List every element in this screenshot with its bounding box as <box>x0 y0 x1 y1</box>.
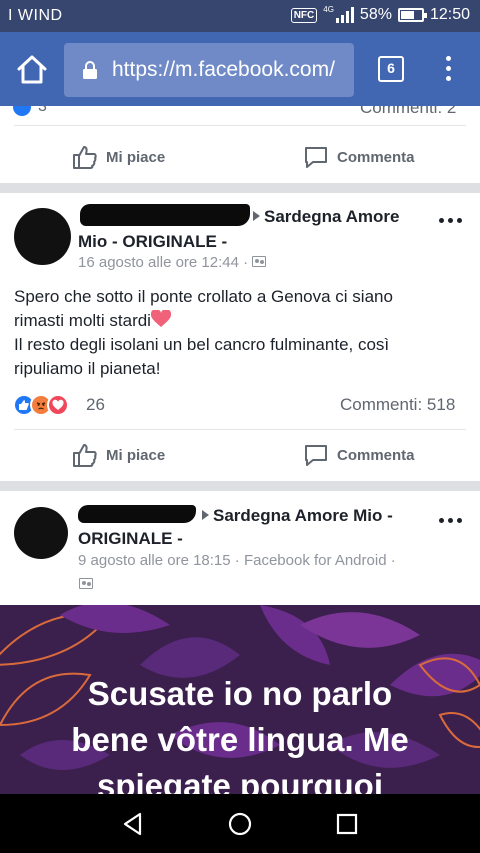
post-divider <box>0 481 480 491</box>
post-divider <box>0 183 480 193</box>
like-label: Mi piace <box>106 446 166 464</box>
clock: 12:50 <box>429 6 470 23</box>
image-caption-line: Scusate io no parlo <box>87 675 393 712</box>
avatar[interactable] <box>14 507 68 559</box>
thumbs-up-icon <box>73 444 97 467</box>
dot <box>439 518 444 523</box>
status-bar: I WIND NFC 4G 58% 12:50 <box>0 0 480 32</box>
home-button[interactable] <box>14 52 50 88</box>
post-image[interactable]: Scusate io no parlo bene vôtre lingua. M… <box>0 605 480 794</box>
comment-label: Commenta <box>337 148 415 166</box>
thumbs-up-icon <box>73 146 97 169</box>
audience-icon <box>252 255 267 267</box>
status-indicators: NFC 4G 58% 12:50 <box>290 5 470 24</box>
dot <box>445 66 451 71</box>
comment-label: Commenta <box>337 446 415 464</box>
back-icon[interactable] <box>120 811 146 837</box>
carrier-name: I WIND <box>8 7 63 24</box>
like-button[interactable]: Mi piace <box>72 442 165 468</box>
group-name-line1[interactable]: Sardegna Amore <box>253 207 399 227</box>
separator <box>14 429 466 430</box>
browser-menu-button[interactable] <box>440 54 456 84</box>
dot <box>457 218 462 223</box>
dot <box>445 56 451 61</box>
dot <box>439 218 444 223</box>
dot <box>448 518 453 523</box>
post-timestamp[interactable]: 9 agosto alle ore 18:15 · Facebook for A… <box>78 552 396 569</box>
battery-icon <box>397 8 427 22</box>
url-text: https://m.facebook.com/ <box>112 58 335 81</box>
post-text-line: rimasti molti stardi <box>14 309 464 333</box>
browser-toolbar: https://m.facebook.com/ 6 <box>0 32 480 106</box>
redacted-name <box>78 505 196 523</box>
network-type: 4G <box>323 5 334 14</box>
post-options-button[interactable] <box>439 518 462 523</box>
comment-button[interactable]: Commenta <box>303 442 415 468</box>
post-text-line: Il resto degli isolani un bel cancro ful… <box>14 335 390 354</box>
comment-button[interactable]: Commenta <box>303 144 415 170</box>
post-timestamp[interactable]: 16 agosto alle ore 12:44 · <box>78 254 267 271</box>
separator <box>14 125 466 126</box>
group-name-line2[interactable]: Mio - ORIGINALE - <box>78 232 227 252</box>
group-name-line1[interactable]: Sardegna Amore Mio - <box>202 506 393 526</box>
recents-icon[interactable] <box>334 811 360 837</box>
arrow-right-icon <box>253 210 260 221</box>
post-text: Spero che sotto il ponte crollato a Geno… <box>14 285 464 381</box>
home-icon <box>17 55 47 84</box>
post-options-button[interactable] <box>439 218 462 223</box>
lock-icon <box>83 61 97 79</box>
heart-emoji-icon <box>150 310 171 327</box>
image-caption-line: spiegate pourquoi <box>96 767 383 794</box>
post-text-line: ripuliamo il pianeta! <box>14 359 161 378</box>
tab-switcher-button[interactable]: 6 <box>378 56 404 82</box>
image-caption-line: bene vôtre lingua. Me <box>71 721 409 758</box>
comment-count[interactable]: Commenti: 518 <box>340 395 455 415</box>
prev-comment-count: Commenti: 2 <box>360 106 457 117</box>
reaction-icons[interactable] <box>13 394 69 416</box>
home-nav-icon[interactable] <box>227 811 253 837</box>
system-navigation-bar <box>0 794 480 853</box>
news-feed[interactable]: 3 Commenti: 2 Mi piace Commenta Sardegna… <box>0 106 480 794</box>
address-bar[interactable]: https://m.facebook.com/ <box>64 43 354 97</box>
nfc-icon: NFC <box>290 7 318 23</box>
redacted-name <box>80 204 250 226</box>
dot <box>445 76 451 81</box>
group-name-line2[interactable]: ORIGINALE - <box>78 529 183 549</box>
comment-icon <box>305 147 327 168</box>
dot <box>448 218 453 223</box>
battery-percent: 58% <box>359 6 392 23</box>
prev-reaction-count: 3 <box>38 106 47 115</box>
post-text-line: Spero che sotto il ponte crollato a Geno… <box>14 287 393 306</box>
audience-icon <box>79 578 93 589</box>
reaction-count[interactable]: 26 <box>86 395 105 415</box>
signal-icon <box>335 7 354 23</box>
comment-icon <box>305 445 327 466</box>
love-icon <box>47 394 69 416</box>
like-button[interactable]: Mi piace <box>72 144 165 170</box>
like-label: Mi piace <box>106 148 166 166</box>
dot <box>457 518 462 523</box>
like-reaction-icon <box>13 106 31 116</box>
avatar[interactable] <box>14 208 71 265</box>
arrow-right-icon <box>202 509 209 520</box>
